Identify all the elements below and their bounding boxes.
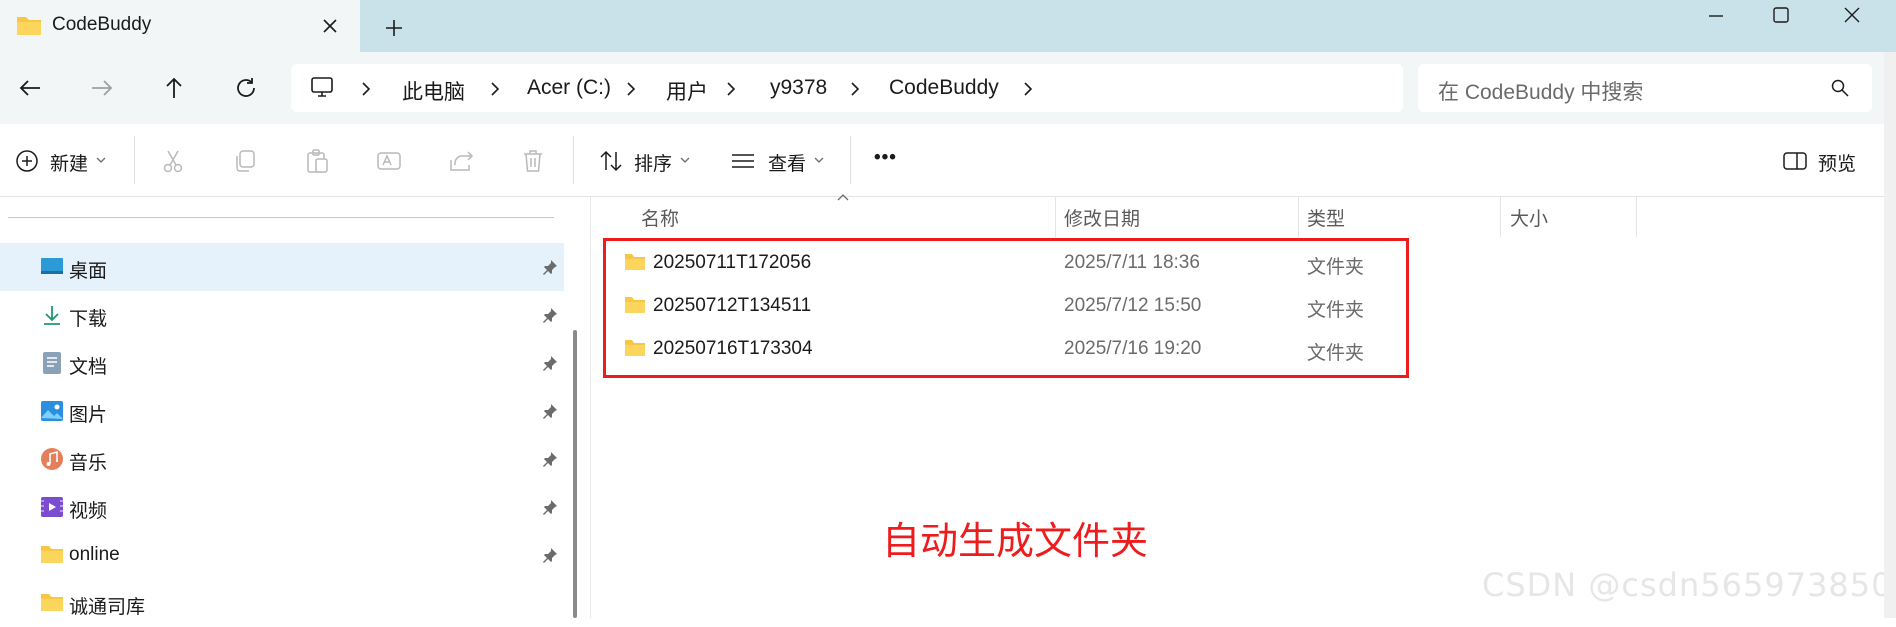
toolbar-divider xyxy=(134,136,135,184)
sort-ascending-icon xyxy=(836,192,850,202)
cut-icon[interactable] xyxy=(160,148,186,174)
pin-icon[interactable] xyxy=(542,307,558,323)
column-header-date[interactable]: 修改日期 xyxy=(1064,204,1140,231)
column-divider[interactable] xyxy=(1500,197,1501,237)
search-icon[interactable] xyxy=(1830,78,1850,98)
back-arrow-icon[interactable] xyxy=(16,74,44,102)
more-options-button[interactable]: ••• xyxy=(874,147,897,169)
forward-arrow-icon[interactable] xyxy=(88,74,116,102)
toolbar-divider xyxy=(850,136,851,184)
search-input[interactable]: 在 CodeBuddy 中搜索 xyxy=(1438,76,1643,106)
folder-icon xyxy=(40,544,64,568)
delete-icon[interactable] xyxy=(520,148,546,174)
document-icon xyxy=(40,351,64,375)
download-icon xyxy=(40,303,64,327)
chevron-right-icon[interactable] xyxy=(488,82,502,96)
breadcrumb-codebuddy[interactable]: CodeBuddy xyxy=(889,76,999,100)
sidebar-item-label: 桌面 xyxy=(69,261,108,282)
refresh-icon[interactable] xyxy=(232,74,260,102)
chevron-right-icon[interactable] xyxy=(724,82,738,96)
breadcrumb-users[interactable]: 用户 xyxy=(666,76,708,106)
chevron-down-icon[interactable] xyxy=(814,156,824,164)
sidebar-item-label: 诚通司库 xyxy=(69,597,146,618)
pin-icon[interactable] xyxy=(542,547,558,563)
sort-icon[interactable] xyxy=(598,148,624,174)
sidebar-item-label: online xyxy=(69,544,120,565)
toolbar-divider xyxy=(573,136,574,184)
new-tab-button[interactable] xyxy=(380,14,408,42)
column-header-name[interactable]: 名称 xyxy=(641,204,679,231)
column-divider[interactable] xyxy=(1055,197,1056,237)
close-window-icon[interactable] xyxy=(1832,4,1872,32)
chevron-right-icon[interactable] xyxy=(624,82,638,96)
pin-icon[interactable] xyxy=(542,499,558,515)
computer-icon[interactable] xyxy=(309,74,335,100)
sidebar-scrollbar[interactable] xyxy=(573,330,577,618)
folder-icon xyxy=(16,14,42,36)
column-header-type[interactable]: 类型 xyxy=(1307,204,1345,231)
preview-button[interactable]: 预览 xyxy=(1818,149,1856,176)
folder-icon xyxy=(40,592,64,616)
chevron-right-icon[interactable] xyxy=(359,82,373,96)
chevron-right-icon[interactable] xyxy=(848,82,862,96)
pin-icon[interactable] xyxy=(542,259,558,275)
up-arrow-icon[interactable] xyxy=(160,74,188,102)
sidebar-item-label: 文档 xyxy=(69,357,108,378)
music-icon xyxy=(40,447,64,471)
sidebar-divider xyxy=(8,217,554,218)
close-tab-icon[interactable] xyxy=(318,14,342,38)
minimize-icon[interactable] xyxy=(1696,4,1736,32)
view-button[interactable]: 查看 xyxy=(768,149,806,176)
column-divider[interactable] xyxy=(1636,197,1637,237)
breadcrumb-user[interactable]: y9378 xyxy=(770,76,827,100)
breadcrumb-drive[interactable]: Acer (C:) xyxy=(527,76,611,100)
column-header-size[interactable]: 大小 xyxy=(1510,204,1548,231)
new-button[interactable]: 新建 xyxy=(50,149,88,176)
column-divider[interactable] xyxy=(1298,197,1299,237)
view-lines-icon[interactable] xyxy=(730,148,756,174)
sidebar-item-label: 音乐 xyxy=(69,453,108,474)
new-plus-icon[interactable] xyxy=(14,148,40,174)
watermark: CSDN @csdn565973850 xyxy=(1482,566,1893,604)
highlight-box xyxy=(603,238,1409,378)
sidebar-item-label: 视频 xyxy=(69,501,108,522)
chevron-right-icon[interactable] xyxy=(1021,82,1035,96)
picture-icon xyxy=(40,399,64,423)
preview-pane-icon[interactable] xyxy=(1782,148,1808,174)
pane-divider[interactable] xyxy=(590,197,591,618)
paste-icon[interactable] xyxy=(304,148,330,174)
pin-icon[interactable] xyxy=(542,355,558,371)
video-icon xyxy=(40,495,64,519)
pin-icon[interactable] xyxy=(542,451,558,467)
sidebar-item-label: 图片 xyxy=(69,405,108,426)
sort-button[interactable]: 排序 xyxy=(634,149,672,176)
breadcrumb-this-pc[interactable]: 此电脑 xyxy=(402,76,465,106)
copy-icon[interactable] xyxy=(232,148,258,174)
maximize-icon[interactable] xyxy=(1760,4,1800,32)
desktop-icon xyxy=(40,255,64,279)
pin-icon[interactable] xyxy=(542,403,558,419)
window-edge xyxy=(1884,52,1896,618)
rename-icon[interactable] xyxy=(376,148,402,174)
chevron-down-icon[interactable] xyxy=(96,156,106,164)
command-bar xyxy=(0,124,1896,197)
annotation-text: 自动生成文件夹 xyxy=(882,519,1149,563)
share-icon[interactable] xyxy=(448,148,474,174)
tab-title: CodeBuddy xyxy=(52,14,152,35)
sidebar-item-label: 下载 xyxy=(69,309,108,330)
chevron-down-icon[interactable] xyxy=(680,156,690,164)
